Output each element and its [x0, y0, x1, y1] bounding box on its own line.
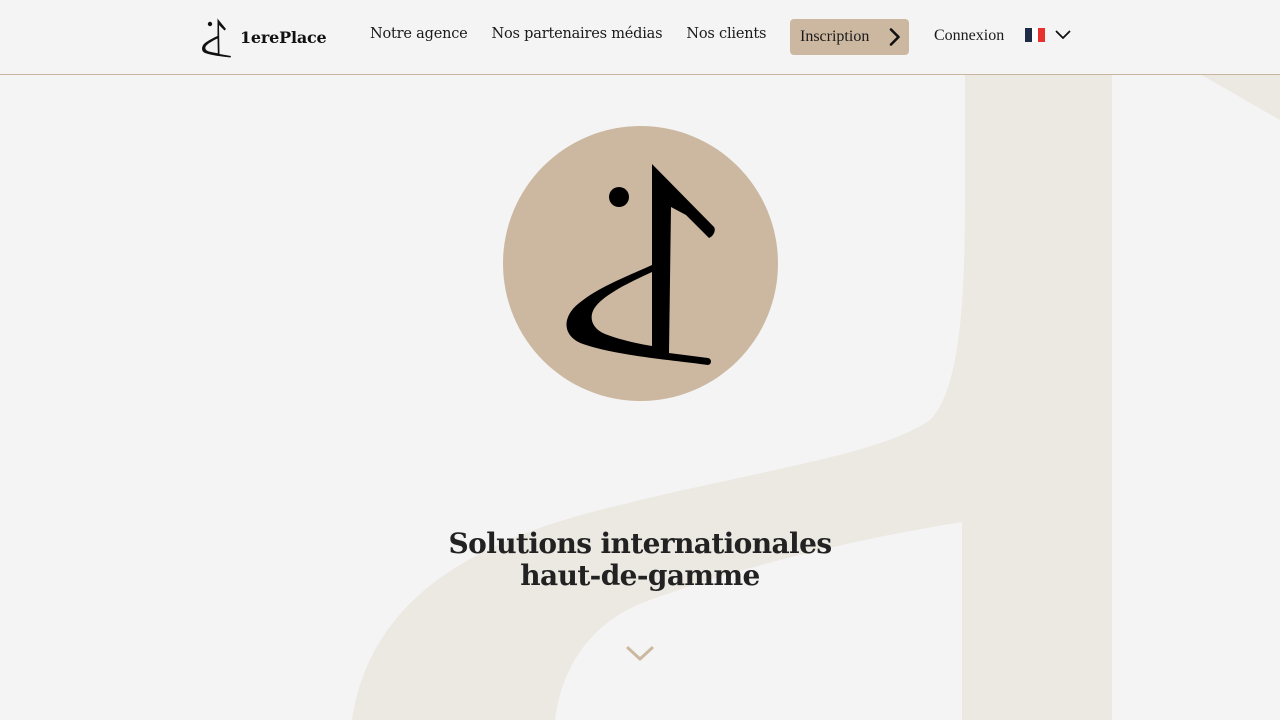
page: 1erePlace Notre agence Nos partenaires m… [0, 0, 1280, 720]
language-selector[interactable] [1025, 28, 1071, 42]
hero-title: Solutions internationales haut-de-gamme [340, 528, 940, 592]
hero-emblem [503, 126, 778, 401]
nav-item-nos-clients[interactable]: Nos clients [686, 26, 766, 42]
nav-item-notre-agence[interactable]: Notre agence [370, 26, 468, 42]
site-header: 1erePlace Notre agence Nos partenaires m… [0, 0, 1280, 75]
scroll-down-chevron-icon[interactable] [626, 646, 654, 662]
main-nav: Notre agence Nos partenaires médias Nos … [370, 26, 790, 42]
chevron-right-icon [889, 28, 900, 46]
signup-button[interactable]: Inscription [790, 19, 909, 55]
notation-d-emblem-icon [566, 164, 715, 365]
login-link[interactable]: Connexion [934, 27, 1004, 45]
signup-button-label: Inscription [800, 28, 870, 45]
chevron-down-icon [1055, 30, 1071, 39]
hero-title-line-2: haut-de-gamme [520, 559, 760, 592]
brand-name: 1erePlace [240, 27, 327, 47]
nav-item-partenaires-medias[interactable]: Nos partenaires médias [492, 26, 663, 42]
hero-title-line-1: Solutions internationales [448, 527, 833, 560]
notation-d-logo-icon [202, 18, 231, 58]
brand-logo-link[interactable]: 1erePlace [200, 16, 327, 58]
french-flag-icon [1025, 28, 1046, 42]
